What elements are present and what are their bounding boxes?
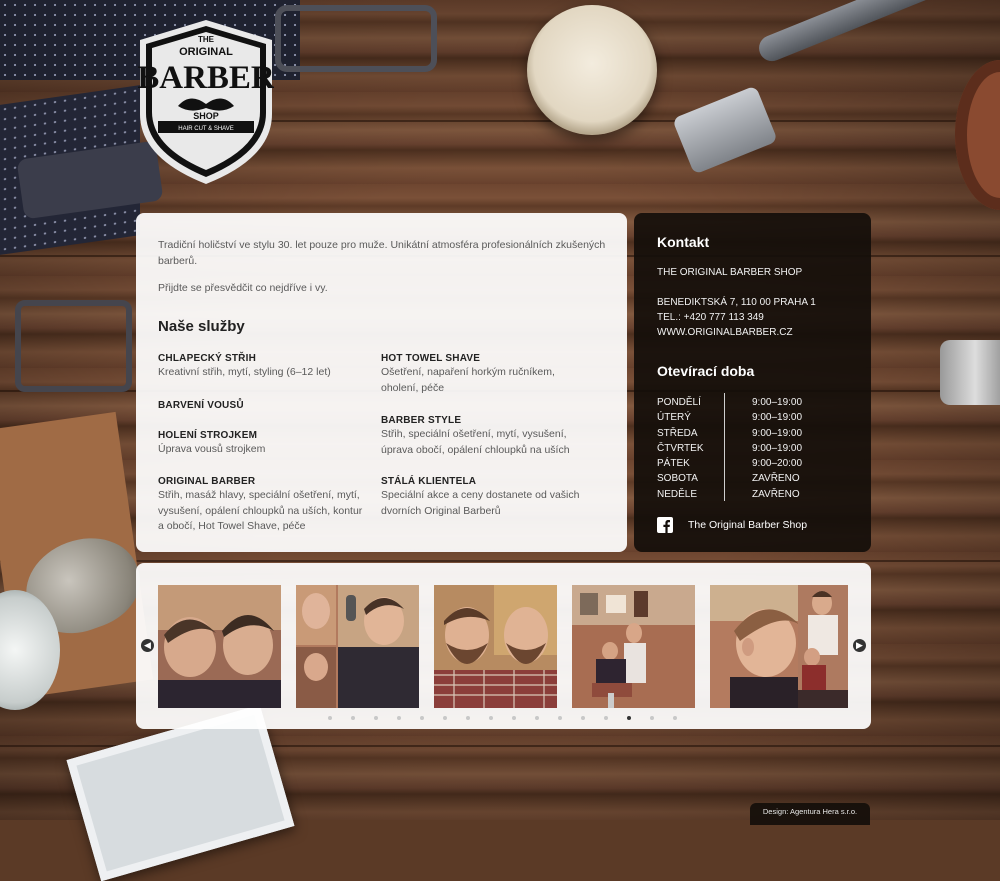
service-description: Střih, speciální ošetření, mytí, vysušen… [381,428,570,456]
service-item: STÁLÁ KLIENTELA Speciální akce a ceny do… [381,476,586,519]
pagination-dot[interactable] [673,716,677,720]
service-title: STÁLÁ KLIENTELA [381,476,477,487]
plank-seam [0,560,1000,562]
svg-text:SHOP: SHOP [193,111,219,121]
pagination-dot[interactable] [374,716,378,720]
service-description: Ošetření, napaření horkým ručníkem, ohol… [381,366,555,394]
barber-shop-logo[interactable]: THE ORIGINAL BARBER SHOP HAIR CUT & SHAV… [137,18,276,186]
pagination-dot[interactable] [650,716,654,720]
about-panel: Tradiční holičství ve stylu 30. let pouz… [136,213,627,552]
facebook-icon[interactable] [657,517,673,533]
service-item: HOT TOWEL SHAVE Ošetření, napaření horký… [381,353,581,396]
hours-time: 9:00–19:00 [752,442,803,454]
address: BENEDIKTSKÁ 7, 110 00 PRAHA 1 [657,297,816,308]
service-title: BARBER STYLE [381,415,462,426]
service-item: ORIGINAL BARBER Střih, masáž hlavy, spec… [158,476,370,535]
hours-times: 9:00–19:00 9:00–19:00 9:00–19:00 9:00–19… [752,395,802,502]
buckle-image [275,5,437,72]
gallery-photo[interactable] [798,585,848,708]
chevron-right-icon: ▶ [856,640,863,650]
gallery-photo[interactable] [296,585,419,708]
hours-time: 9:00–19:00 [752,412,803,424]
chevron-left-icon: ◀ [144,640,151,650]
service-description: Speciální akce a ceny dostanete od vašic… [381,489,580,517]
gallery-photo[interactable] [158,585,281,708]
pagination-dot[interactable] [328,716,332,720]
buckle-image [15,300,132,392]
hours-day: SOBOTA [657,473,698,485]
pagination-dot[interactable] [581,716,585,720]
hours-day: PONDĚLÍ [657,397,701,408]
intro-text: Tradiční holičství ve stylu 30. let pouz… [158,239,606,267]
gallery-track [158,585,848,708]
pagination-dot[interactable] [627,716,631,720]
gallery-next-button[interactable]: ▶ [853,639,866,652]
hours-days: PONDĚLÍ ÚTERÝ STŘEDA ČTVRTEK PÁTEK SOBOT… [657,395,704,502]
hours-day: ÚTERÝ [657,412,691,424]
services-heading: Naše služby [158,318,245,335]
pagination-dot[interactable] [397,716,401,720]
service-description: Střih, masáž hlavy, speciální ošetření, … [158,489,363,532]
gallery-prev-button[interactable]: ◀ [141,639,154,652]
service-title: CHLAPECKÝ STŘIH [158,353,257,364]
hours-time: 9:00–19:00 [752,397,803,408]
service-item: CHLAPECKÝ STŘIH Kreativní střih, mytí, s… [158,353,373,381]
hours-time: 9:00–20:00 [752,458,803,470]
gallery-photo[interactable] [434,585,557,708]
hours-heading: Otevírací doba [657,363,755,379]
logo-shield-icon: THE ORIGINAL BARBER SHOP HAIR CUT & SHAV… [137,20,276,184]
service-description: Kreativní střih, mytí, styling (6–12 let… [158,366,331,378]
pagination-dot[interactable] [512,716,516,720]
pagination-dot[interactable] [351,716,355,720]
website-link[interactable]: WWW.ORIGINALBARBER.CZ [657,327,793,338]
bottle-image [940,340,1000,405]
invite-text: Přijdte se přesvědčit co nejdříve i vy. [158,282,328,294]
svg-text:ORIGINAL: ORIGINAL [179,46,233,58]
facebook-link[interactable]: The Original Barber Shop [688,519,807,531]
service-title: HOLENÍ STROJKEM [158,430,258,441]
service-item: BARVENÍ VOUSŮ [158,400,373,412]
design-credit[interactable]: Design: Agentura Hera s.r.o. [750,803,870,825]
pagination-dot[interactable] [420,716,424,720]
shop-name: THE ORIGINAL BARBER SHOP [657,267,803,278]
svg-text:BARBER: BARBER [138,60,274,96]
pomade-tin-image [527,5,657,135]
phone-link[interactable]: TEL.: +420 777 113 349 [657,312,764,323]
gallery-panel: ◀ ▶ [136,563,871,729]
hours-day: PÁTEK [657,458,690,470]
service-item: HOLENÍ STROJKEM Úprava vousů strojkem [158,430,373,458]
contact-panel: Kontakt THE ORIGINAL BARBER SHOP BENEDIK… [634,213,871,552]
pagination-dot[interactable] [443,716,447,720]
service-title: ORIGINAL BARBER [158,476,256,487]
pagination-dot[interactable] [558,716,562,720]
service-title: HOT TOWEL SHAVE [381,353,481,364]
svg-text:HAIR CUT & SHAVE: HAIR CUT & SHAVE [178,126,233,132]
pagination-dot[interactable] [604,716,608,720]
pagination-dot[interactable] [489,716,493,720]
service-item: BARBER STYLE Střih, speciální ošetření, … [381,415,586,458]
service-title: BARVENÍ VOUSŮ [158,400,244,411]
pagination-dot[interactable] [466,716,470,720]
gallery-photo[interactable] [572,585,695,708]
contact-heading: Kontakt [657,234,710,250]
hours-time: 9:00–19:00 [752,427,803,439]
hours-day: STŘEDA [657,427,698,439]
svg-text:THE: THE [198,35,215,44]
pagination-dot[interactable] [535,716,539,720]
hours-time: ZAVŘENO [752,488,800,500]
hours-day: ČTVRTEK [657,442,704,454]
hours-divider [724,393,725,501]
service-description: Úprava vousů strojkem [158,443,266,455]
hours-day: NEDĚLE [657,488,698,500]
hours-time: ZAVŘENO [752,473,800,485]
